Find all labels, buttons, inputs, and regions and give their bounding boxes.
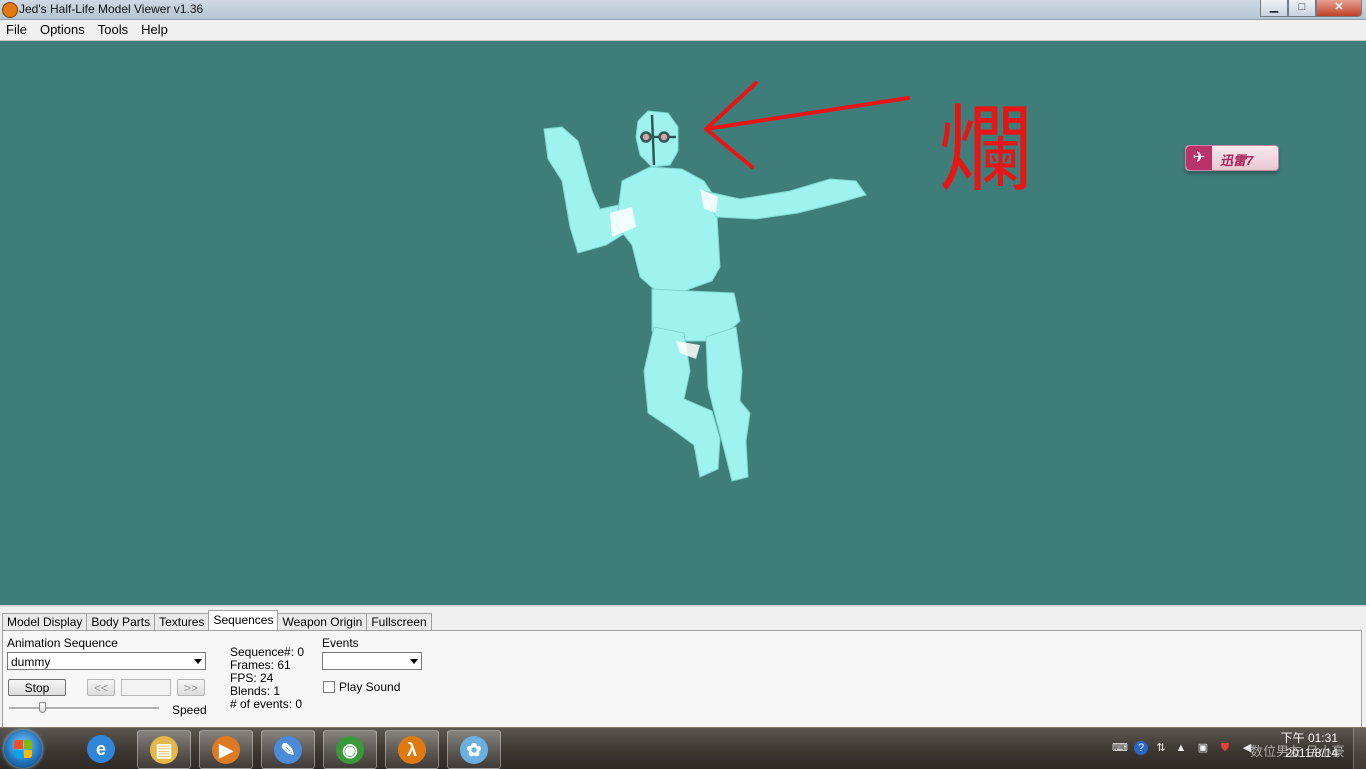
menu-file[interactable]: File xyxy=(0,20,34,40)
help-icon[interactable]: ? xyxy=(1134,741,1148,755)
animation-sequence-label: Animation Sequence xyxy=(7,636,118,650)
frames-count: Frames: 61 xyxy=(230,658,291,672)
chevron-down-icon xyxy=(410,659,418,664)
previous-frame-button[interactable]: << xyxy=(87,679,115,696)
bird-icon: ✈ xyxy=(1186,146,1212,170)
taskbar-half-life-button[interactable]: λ xyxy=(385,730,439,769)
taskbar-chrome-button[interactable]: ◉ xyxy=(323,730,377,769)
events-count: # of events: 0 xyxy=(230,697,303,711)
maximize-button[interactable]: □ xyxy=(1288,0,1316,17)
minimize-button[interactable]: ▁ xyxy=(1260,0,1288,17)
model-viewport[interactable]: 爛 ✈ 迅雷7 xyxy=(0,41,1363,605)
tab-weapon-origin[interactable]: Weapon Origin xyxy=(277,613,368,630)
model-right-arm xyxy=(703,178,867,220)
show-desktop-button[interactable] xyxy=(1353,728,1366,769)
annotation-arrow xyxy=(704,81,910,169)
menu-help[interactable]: Help xyxy=(135,20,175,40)
device-icon[interactable]: ▣ xyxy=(1196,741,1210,755)
taskbar-file-explorer-button[interactable]: ▤ xyxy=(137,730,191,769)
file-explorer-icon: ▤ xyxy=(150,735,178,764)
frame-field[interactable] xyxy=(121,679,171,696)
model-render xyxy=(543,81,910,482)
speed-slider-thumb[interactable] xyxy=(39,702,46,713)
title-bar: Jed's Half-Life Model Viewer v1.36 ▁ □ ✕ xyxy=(0,0,1366,20)
chevron-down-icon xyxy=(194,659,202,664)
menu-bar: File Options Tools Help xyxy=(0,20,1366,41)
tab-textures[interactable]: Textures xyxy=(154,613,210,630)
annotation-text: 爛 xyxy=(938,96,1033,205)
watermark: 数位男友 吕小豪 xyxy=(1250,744,1345,759)
speed-label: Speed xyxy=(172,703,207,717)
tab-strip: Model Display Body Parts Textures Sequen… xyxy=(2,610,432,630)
taskbar-internet-explorer-button[interactable]: e xyxy=(75,730,127,767)
windows-logo-icon xyxy=(14,740,32,758)
xunlei-badge[interactable]: ✈ 迅雷7 xyxy=(1185,145,1279,171)
taskbar: e ▤ ▶ ✎ ◉ λ ✿ ⌨ ? ⇅ ▲ ▣ ⛊ ◀ 下午 01:31 2011/8/14 xyxy=(0,727,1366,769)
events-select[interactable] xyxy=(322,652,422,670)
animation-sequence-value: dummy xyxy=(11,655,51,669)
security-icon[interactable]: ⛊ xyxy=(1218,741,1232,755)
tab-body-parts[interactable]: Body Parts xyxy=(86,613,156,630)
stop-button[interactable]: Stop xyxy=(8,679,66,696)
show-hidden-icons-icon[interactable]: ▲ xyxy=(1174,741,1188,755)
menu-tools[interactable]: Tools xyxy=(92,20,135,40)
tab-fullscreen[interactable]: Fullscreen xyxy=(366,613,432,630)
internet-explorer-icon: e xyxy=(87,734,115,763)
paint-brush-icon: ✎ xyxy=(274,735,302,764)
sequences-page: Animation Sequence dummy Stop << >> Spee… xyxy=(2,630,1362,728)
animation-sequence-select[interactable]: dummy xyxy=(7,652,206,670)
close-button[interactable]: ✕ xyxy=(1316,0,1362,17)
play-sound-checkbox[interactable] xyxy=(323,681,335,693)
blends-value: Blends: 1 xyxy=(230,684,281,698)
half-life-icon: λ xyxy=(398,735,426,764)
taskbar-media-player-button[interactable]: ▶ xyxy=(199,730,253,769)
window-controls: ▁ □ ✕ xyxy=(1260,0,1362,17)
play-sound-label: Play Sound xyxy=(339,680,401,694)
start-button[interactable] xyxy=(4,730,42,768)
xunlei-label: 迅雷7 xyxy=(1220,153,1254,168)
menu-options[interactable]: Options xyxy=(34,20,92,40)
media-player-icon: ▶ xyxy=(212,735,240,764)
taskbar-paint-button[interactable]: ✿ xyxy=(447,730,501,769)
control-panel: Model Display Body Parts Textures Sequen… xyxy=(0,605,1366,729)
fps-value: FPS: 24 xyxy=(230,671,274,685)
sequence-number: Sequence#: 0 xyxy=(230,645,305,659)
model-torso xyxy=(615,166,721,292)
paint-icon: ✿ xyxy=(460,735,488,764)
tab-sequences[interactable]: Sequences xyxy=(208,610,279,630)
tab-model-display[interactable]: Model Display xyxy=(2,613,88,630)
chrome-icon: ◉ xyxy=(336,735,364,764)
network-icon[interactable]: ⇅ xyxy=(1154,741,1168,755)
app-icon xyxy=(2,2,18,18)
window-title: Jed's Half-Life Model Viewer v1.36 xyxy=(19,2,204,16)
taskbar-paint-brush-button[interactable]: ✎ xyxy=(261,730,315,769)
speed-slider-track[interactable] xyxy=(9,707,159,710)
events-label: Events xyxy=(322,636,359,650)
next-frame-button[interactable]: >> xyxy=(177,679,205,696)
keyboard-icon[interactable]: ⌨ xyxy=(1112,741,1128,755)
